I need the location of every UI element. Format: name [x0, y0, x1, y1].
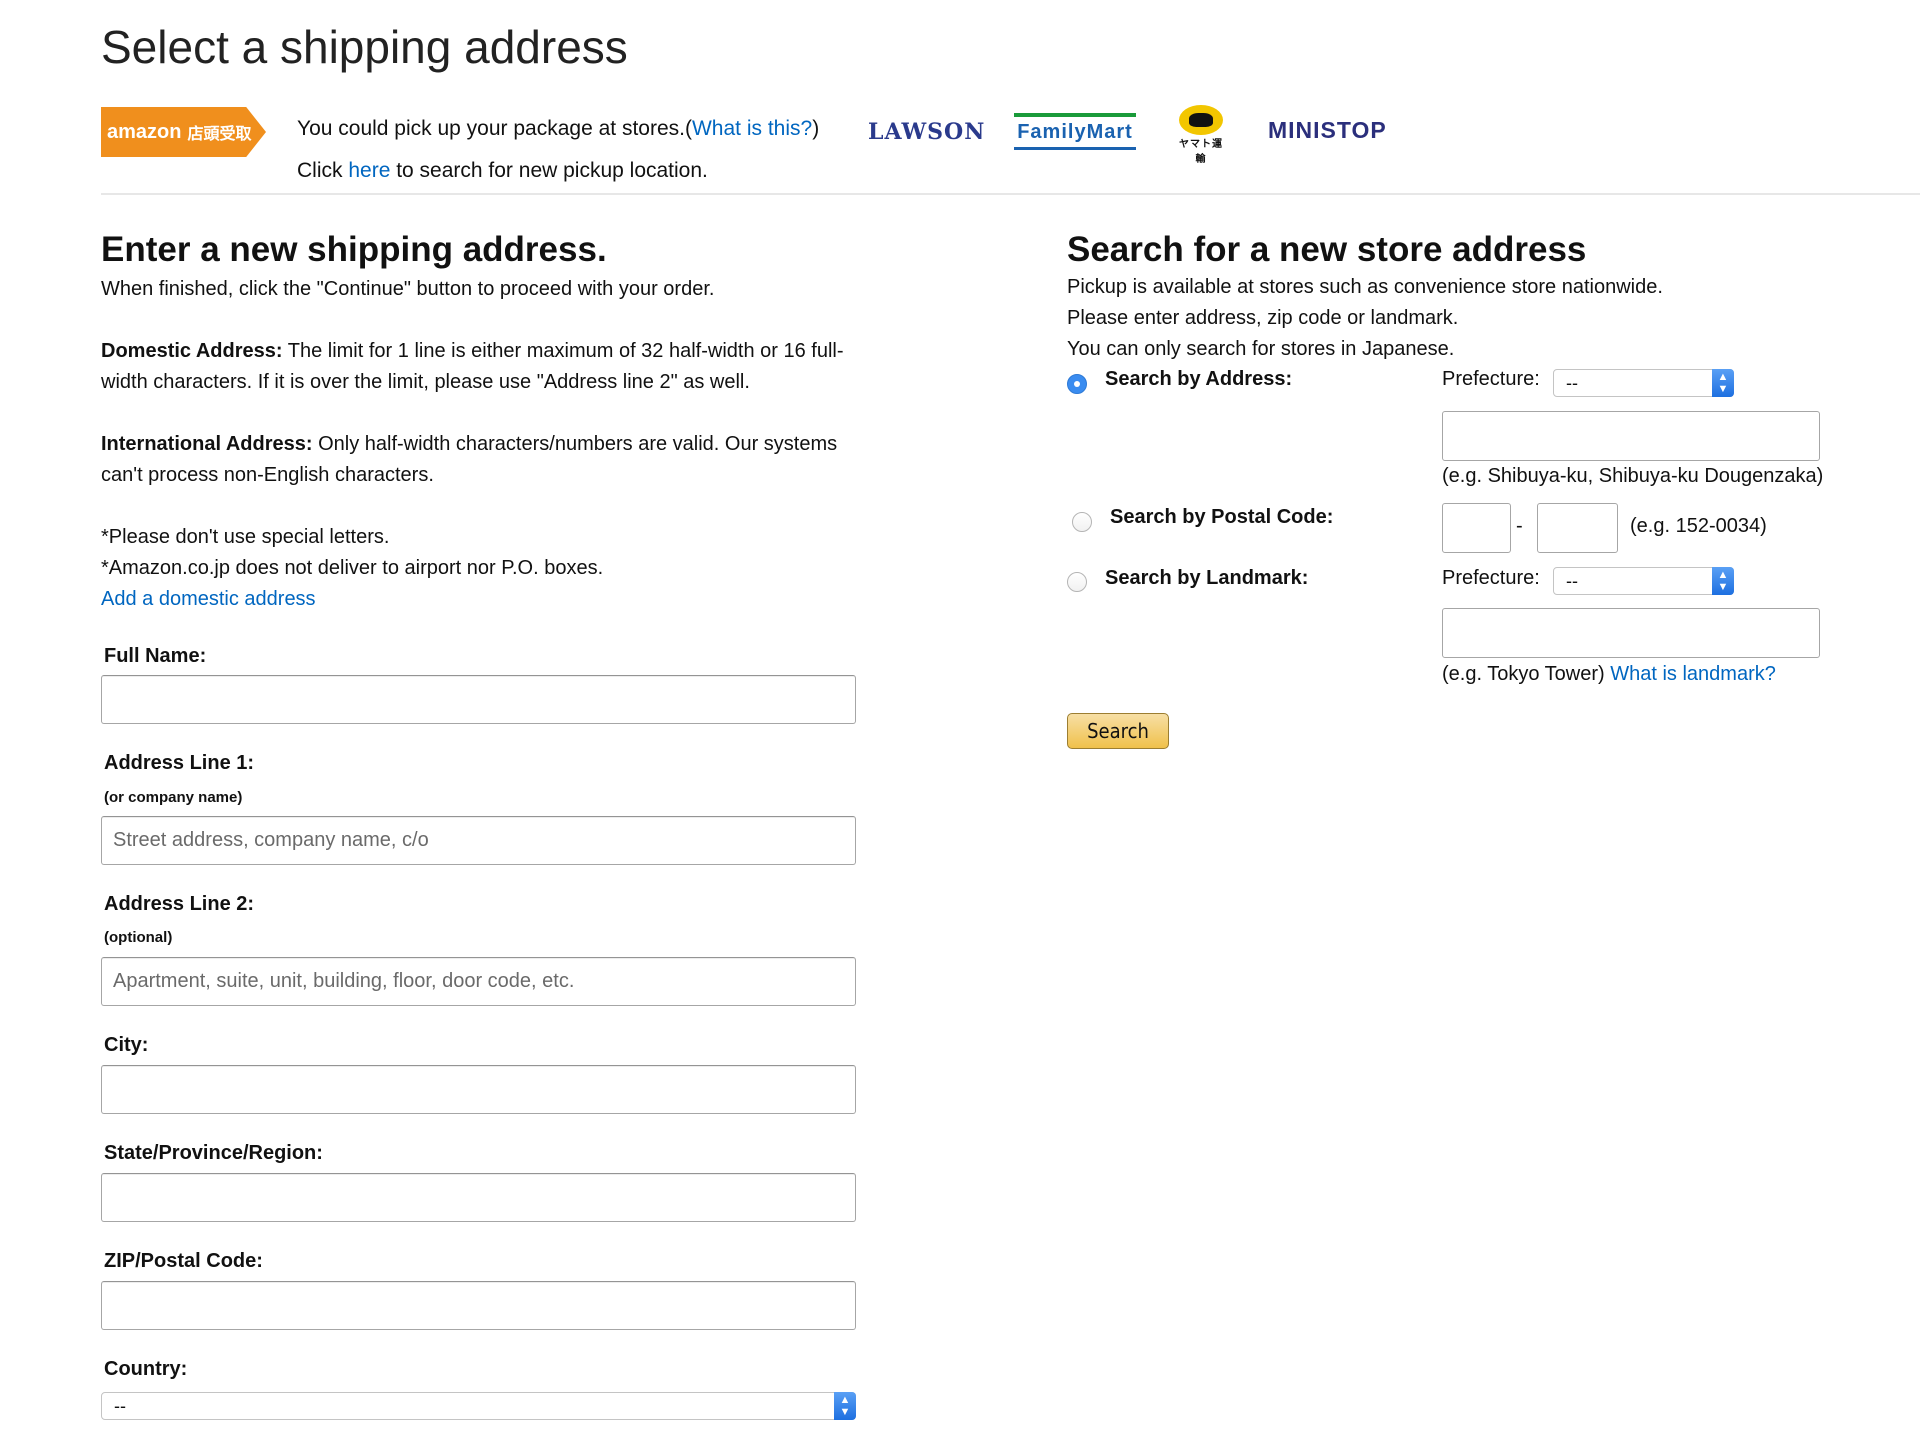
landmark-example-text: (e.g. Tokyo Tower) What is landmark?: [1442, 663, 1776, 685]
zip-input[interactable]: [101, 1281, 856, 1330]
address-line2-input[interactable]: [101, 957, 856, 1006]
address-example-text: (e.g. Shibuya-ku, Shibuya-ku Dougenzaka): [1442, 465, 1824, 487]
amazon-store-pickup-badge: amazon 店頭受取: [101, 107, 266, 157]
search-button[interactable]: Search: [1067, 713, 1169, 749]
address-line2-sublabel: (optional): [104, 929, 173, 946]
select-arrows-icon: ▲ ▼: [1712, 567, 1734, 595]
zip-label: ZIP/Postal Code:: [104, 1250, 263, 1272]
yamato-logo: ヤマト運輸: [1175, 105, 1227, 165]
pickup-info-text: You could pick up your package at stores…: [297, 117, 820, 140]
city-input[interactable]: [101, 1065, 856, 1114]
store-search-heading: Search for a new store address: [1067, 230, 1587, 269]
what-is-landmark-link[interactable]: What is landmark?: [1610, 663, 1776, 685]
here-link[interactable]: here: [348, 159, 390, 182]
address-search-input[interactable]: [1442, 411, 1820, 461]
landmark-prefecture-label: Prefecture:: [1442, 567, 1540, 589]
postal-example-text: (e.g. 152-0034): [1630, 515, 1767, 537]
landmark-search-input[interactable]: [1442, 608, 1820, 658]
state-label: State/Province/Region:: [104, 1142, 323, 1164]
pickup-search-text: Click here to search for new pickup loca…: [297, 159, 708, 182]
city-label: City:: [104, 1034, 149, 1056]
store-pickup-label: 店頭受取: [187, 126, 252, 143]
country-label: Country:: [104, 1358, 188, 1380]
intro-text: When finished, click the "Continue" butt…: [101, 278, 715, 300]
address-prefecture-select[interactable]: -- ▲ ▼: [1553, 369, 1734, 397]
store-search-info-1: Pickup is available at stores such as co…: [1067, 276, 1663, 298]
search-by-address-label: Search by Address:: [1105, 368, 1293, 390]
familymart-logo: FamilyMart: [1014, 113, 1136, 150]
country-select[interactable]: -- ▲ ▼: [101, 1392, 856, 1420]
state-input[interactable]: [101, 1173, 856, 1222]
amazon-logo: amazon: [107, 120, 182, 143]
postal-separator: -: [1516, 515, 1523, 537]
black-cat-icon: [1179, 105, 1223, 135]
search-by-address-radio[interactable]: [1067, 374, 1087, 394]
add-domestic-address-link[interactable]: Add a domestic address: [101, 588, 316, 610]
page-title: Select a shipping address: [101, 21, 628, 73]
full-name-input[interactable]: [101, 675, 856, 724]
landmark-prefecture-select[interactable]: -- ▲ ▼: [1553, 567, 1734, 595]
select-arrows-icon: ▲ ▼: [834, 1392, 856, 1420]
search-by-postal-radio[interactable]: [1072, 512, 1092, 532]
new-address-heading: Enter a new shipping address.: [101, 230, 607, 269]
search-by-landmark-radio[interactable]: [1067, 572, 1087, 592]
what-is-this-link[interactable]: What is this?: [692, 117, 812, 140]
store-search-section: Search for a new store address Pickup is…: [1067, 230, 1663, 365]
ministop-logo: MINISTOP: [1268, 117, 1387, 143]
address-prefecture-label: Prefecture:: [1442, 368, 1540, 390]
domestic-address-note: Domestic Address: The limit for 1 line i…: [101, 340, 844, 393]
full-name-label: Full Name:: [104, 645, 207, 667]
international-address-note: International Address: Only half-width c…: [101, 433, 838, 486]
address-line2-label: Address Line 2:: [104, 893, 255, 915]
search-by-postal-label: Search by Postal Code:: [1110, 506, 1334, 528]
postal-code-part2-input[interactable]: [1537, 503, 1618, 553]
airport-po-note: *Amazon.co.jp does not deliver to airpor…: [101, 557, 604, 579]
select-arrows-icon: ▲ ▼: [1712, 369, 1734, 397]
store-pickup-banner: amazon 店頭受取 You could pick up your packa…: [101, 105, 1920, 195]
postal-code-part1-input[interactable]: [1442, 503, 1511, 553]
search-by-landmark-label: Search by Landmark:: [1105, 567, 1309, 589]
new-address-section: Enter a new shipping address. When finis…: [101, 230, 861, 615]
address-line1-input[interactable]: [101, 816, 856, 865]
address-line1-label: Address Line 1:: [104, 752, 255, 774]
store-search-info-3: You can only search for stores in Japane…: [1067, 338, 1455, 360]
lawson-logo: LAWSON: [868, 119, 986, 145]
store-search-info-2: Please enter address, zip code or landma…: [1067, 307, 1459, 329]
address-line1-sublabel: (or company name): [104, 789, 243, 806]
special-letters-note: *Please don't use special letters.: [101, 526, 390, 548]
